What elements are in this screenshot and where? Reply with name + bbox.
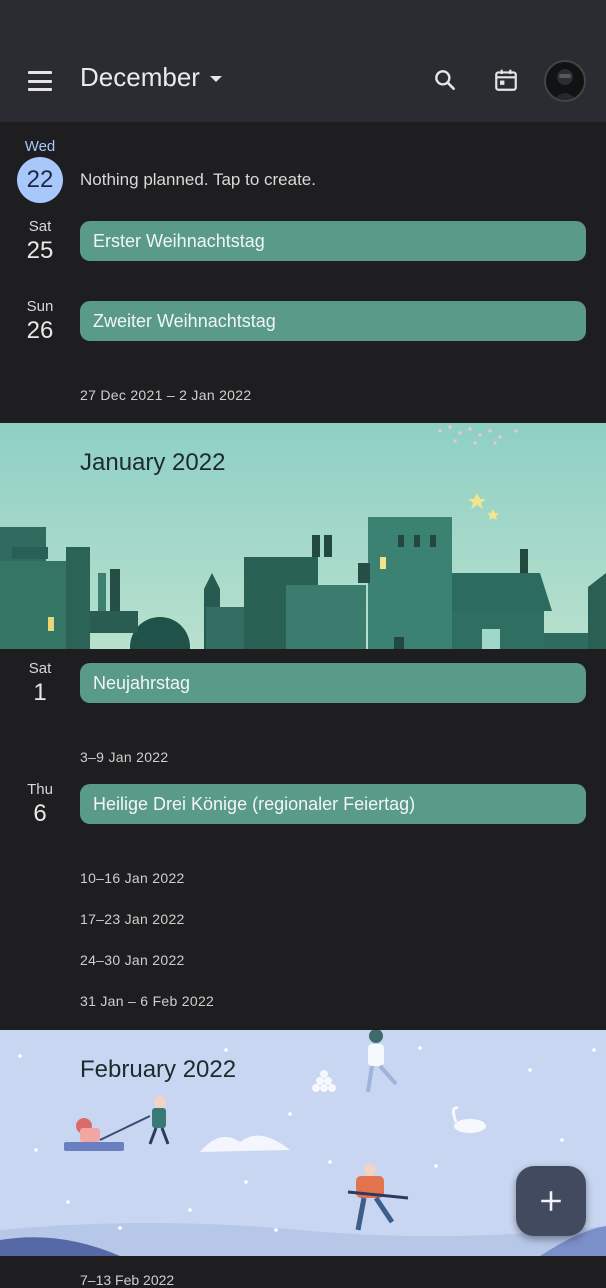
dropdown-caret-icon xyxy=(209,75,222,82)
event-chip[interactable]: Heilige Drei Könige (regionaler Feiertag… xyxy=(80,784,586,824)
day-number: 1 xyxy=(33,679,47,706)
day-header[interactable]: Sat 1 xyxy=(0,660,80,707)
week-range: 3–9 Jan 2022 xyxy=(80,749,169,765)
month-title: February 2022 xyxy=(80,1056,237,1083)
month-title: January 2022 xyxy=(80,449,226,476)
day-header[interactable]: Sat 25 xyxy=(0,218,80,265)
month-selector[interactable]: December xyxy=(80,62,222,93)
day-header[interactable]: Sun 26 xyxy=(0,298,80,345)
day-of-week: Thu xyxy=(27,781,53,798)
avatar[interactable] xyxy=(544,60,586,102)
week-range: 17–23 Jan 2022 xyxy=(80,911,185,927)
day-number: 22 xyxy=(17,157,63,203)
day-number: 6 xyxy=(33,800,47,827)
day-of-week: Sat xyxy=(28,218,52,235)
week-range: 27 Dec 2021 – 2 Jan 2022 xyxy=(80,387,252,403)
week-range: 31 Jan – 6 Feb 2022 xyxy=(80,993,215,1009)
month-banner-february: February 2022 xyxy=(0,1030,606,1256)
event-chip[interactable]: Neujahrstag xyxy=(80,663,586,703)
app-bar: December xyxy=(0,0,606,122)
empty-day-prompt[interactable]: Nothing planned. Tap to create. xyxy=(80,170,316,190)
search-icon[interactable] xyxy=(425,60,465,100)
plus-icon xyxy=(541,1191,561,1211)
day-number: 26 xyxy=(26,317,54,344)
day-of-week: Sun xyxy=(26,298,54,315)
menu-icon[interactable] xyxy=(24,66,56,96)
day-number: 25 xyxy=(26,237,54,264)
create-event-button[interactable] xyxy=(516,1166,586,1236)
week-range: 7–13 Feb 2022 xyxy=(80,1272,175,1288)
calendar-today-icon[interactable] xyxy=(486,60,526,100)
event-chip[interactable]: Erster Weihnachtstag xyxy=(80,221,586,261)
week-range: 10–16 Jan 2022 xyxy=(80,870,185,886)
day-of-week: Sat xyxy=(28,660,52,677)
month-banner-january: January 2022 xyxy=(0,423,606,649)
week-range: 24–30 Jan 2022 xyxy=(80,952,185,968)
day-header[interactable]: Thu 6 xyxy=(0,781,80,828)
day-today[interactable]: Wed 22 xyxy=(0,138,80,203)
event-chip[interactable]: Zweiter Weihnachtstag xyxy=(80,301,586,341)
day-of-week: Wed xyxy=(24,138,56,155)
month-label: December xyxy=(80,62,200,92)
